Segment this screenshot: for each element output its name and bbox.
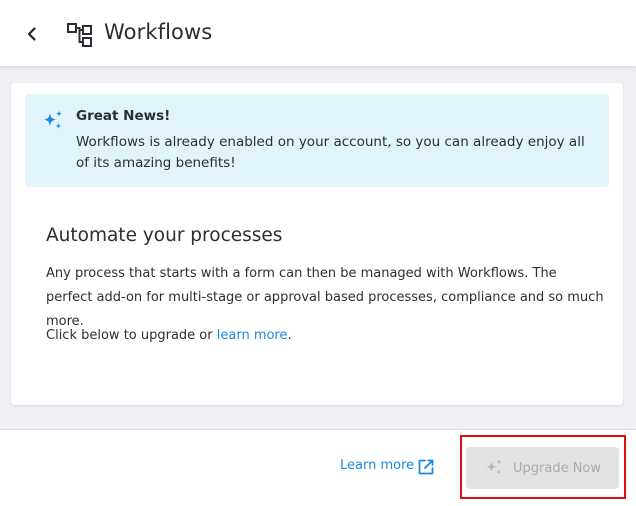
learn-more-link[interactable]: Learn more [340, 458, 414, 473]
notice-banner: Great News! Workflows is already enabled… [25, 94, 609, 187]
upgrade-now-button[interactable]: Upgrade Now [466, 447, 619, 489]
page-title: Workflows [104, 20, 213, 44]
chevron-left-icon [27, 27, 36, 41]
upgrade-text: Click below to upgrade or learn more. [46, 328, 292, 343]
section-title: Automate your processes [46, 225, 283, 246]
sparkle-icon [43, 110, 62, 129]
content-card: Great News! Workflows is already enabled… [11, 83, 623, 405]
workflow-icon [67, 23, 92, 47]
notice-title: Great News! [76, 108, 171, 124]
notice-body: Workflows is already enabled on your acc… [76, 134, 585, 171]
learn-more-inline-link[interactable]: learn more [217, 328, 288, 343]
upgrade-prefix: Click below to upgrade or [46, 328, 217, 343]
upgrade-suffix: . [287, 328, 292, 343]
external-link-icon[interactable] [417, 458, 435, 476]
upgrade-now-label: Upgrade Now [512, 460, 602, 476]
sparkle-icon [486, 459, 502, 475]
page-header: Workflows [0, 0, 636, 66]
section-description: Any process that starts with a form can … [46, 266, 604, 329]
back-button[interactable] [20, 22, 44, 46]
